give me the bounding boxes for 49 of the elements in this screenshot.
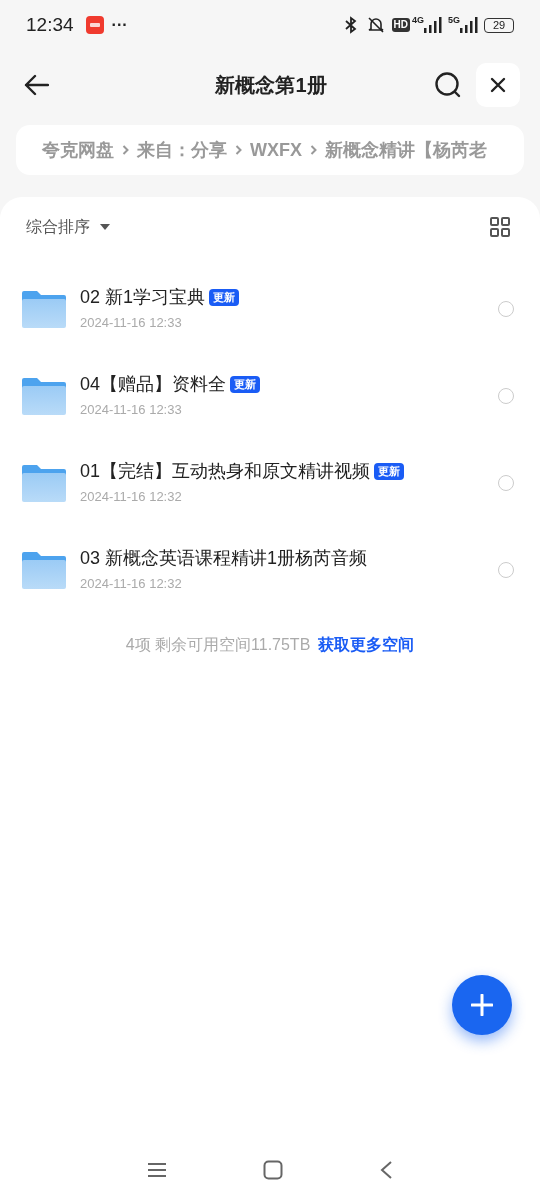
modified-date: 2024-11-16 12:32 bbox=[80, 575, 183, 594]
close-icon bbox=[490, 77, 506, 93]
storage-summary: 4项 剩余可用空间11.75TB bbox=[125, 635, 311, 655]
caret-icon bbox=[100, 224, 110, 230]
battery-indicator: 29 bbox=[484, 17, 514, 33]
folder-name: 01【完结】互动热身和原文精讲视频 bbox=[80, 460, 371, 484]
network-label: 4G bbox=[411, 14, 424, 27]
folder-row[interactable]: 01【完结】互动热身和原文精讲视频 更新 2024-11-16 12:32 bbox=[0, 439, 540, 526]
folder-icon bbox=[22, 289, 66, 328]
sort-dropdown[interactable]: 综合排序 bbox=[26, 215, 110, 239]
network-label: 5G bbox=[448, 14, 460, 27]
search-icon bbox=[434, 71, 462, 99]
clock: 12:34 bbox=[26, 12, 74, 37]
folder-icon bbox=[22, 463, 66, 502]
grid-view-button[interactable] bbox=[490, 216, 512, 238]
close-button[interactable] bbox=[476, 63, 520, 107]
update-tag: 更新 bbox=[230, 376, 261, 394]
plus-icon bbox=[471, 994, 493, 1016]
page-title: 新概念第1册 bbox=[215, 73, 327, 98]
modified-date: 2024-11-16 12:32 bbox=[80, 488, 183, 507]
add-button[interactable] bbox=[452, 975, 512, 1035]
muted-bell-icon bbox=[365, 16, 386, 34]
folder-row[interactable]: 02 新1学习宝典 更新 2024-11-16 12:33 bbox=[0, 265, 540, 352]
folder-name: 02 新1学习宝典 bbox=[80, 286, 206, 310]
back-arrow-icon bbox=[23, 74, 49, 96]
grid-icon bbox=[490, 217, 510, 237]
modified-date: 2024-11-16 12:33 bbox=[80, 314, 183, 333]
folder-icon bbox=[22, 376, 66, 415]
get-more-space-link[interactable]: 获取更多空间 bbox=[318, 633, 415, 657]
folder-row[interactable]: 03 新概念英语课程精讲1册杨芮音频 2024-11-16 12:32 bbox=[0, 526, 540, 613]
modified-date: 2024-11-16 12:33 bbox=[80, 401, 183, 420]
chevron-icon bbox=[310, 144, 317, 156]
home-square-icon[interactable] bbox=[263, 1160, 283, 1180]
chevron-icon bbox=[235, 144, 242, 156]
app-notification-icon bbox=[85, 16, 104, 34]
update-tag: 更新 bbox=[374, 463, 405, 481]
update-tag: 更新 bbox=[209, 289, 240, 307]
folder-name: 03 新概念英语课程精讲1册杨芮音频 bbox=[80, 547, 368, 571]
back-chevron-icon[interactable] bbox=[379, 1160, 393, 1180]
signal-icon bbox=[460, 17, 478, 33]
folder-row[interactable]: 04【赠品】资料全 更新 2024-11-16 12:33 bbox=[0, 352, 540, 439]
folder-name: 04【赠品】资料全 bbox=[80, 373, 227, 397]
hd-indicator: HD bbox=[391, 18, 410, 32]
folder-icon bbox=[22, 550, 66, 589]
bluetooth-icon bbox=[343, 16, 358, 34]
more-notifications: ··· bbox=[111, 15, 128, 35]
signal-icon bbox=[424, 17, 442, 33]
chevron-icon bbox=[122, 144, 129, 156]
menu-icon[interactable] bbox=[147, 1162, 167, 1178]
